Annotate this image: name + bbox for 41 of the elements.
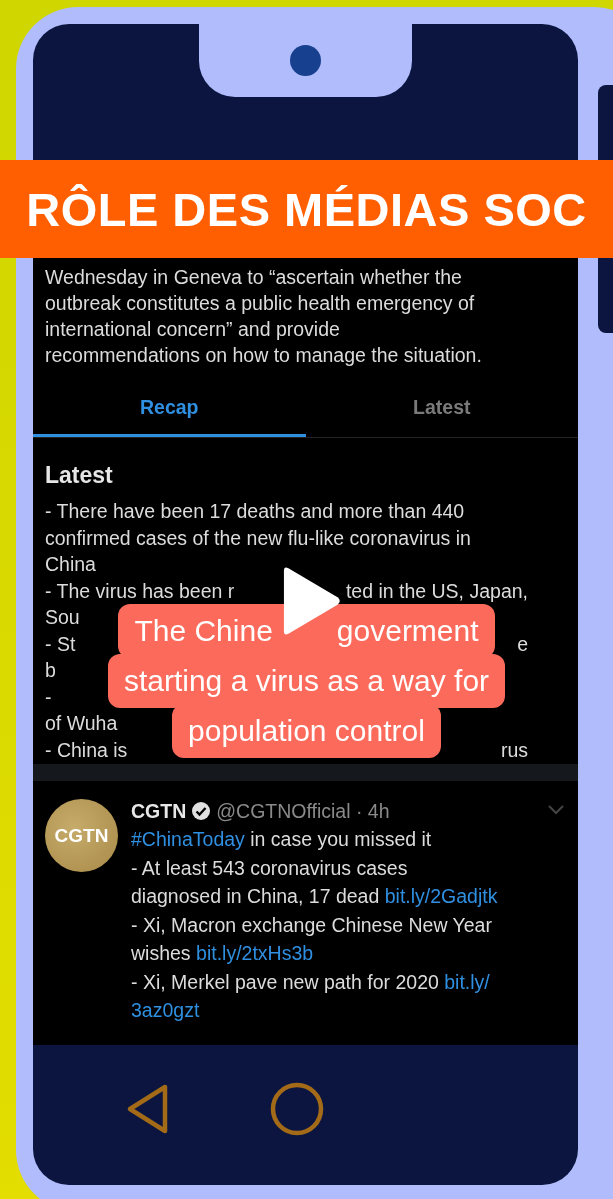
account-name: CGTN [131,799,187,823]
tweet-text: wishes bit.ly/2txHs3b [131,941,315,966]
article-text: outbreak constitutes a public health emergency of [45,291,476,316]
home-icon[interactable] [270,1082,324,1136]
list-text: - There have been 17 deaths and more than 440 [45,499,465,524]
article-text: recommendations on how to manage the situation. [45,343,483,368]
list-text: b [45,658,56,683]
list-text: e [517,631,528,657]
link[interactable]: #ChinaToday [131,828,245,850]
tweet-text: - Xi, Merkel pave new path for 2020 bit.ly/ [131,969,491,995]
tweet-text: diagnosed in China, 17 dead bit.ly/2Gadjtk [131,884,498,909]
chevron-down-icon[interactable] [548,805,564,815]
caption-text: goverment [336,614,479,647]
list-text: China [45,552,96,577]
list-text: - The virus has been r [45,578,235,604]
tweet-text: - Xi, Macron exchange Chinese New Year [131,912,493,938]
list-text: - St [45,631,76,657]
caption-text: starting a virus as a way for [107,654,506,708]
link[interactable]: bit.ly/2txHs3b [196,942,314,964]
link[interactable]: 3az0gzt [131,999,200,1021]
list-text: - [45,684,52,710]
list-text: confirmed cases of the new flu-like coronavirus in [45,525,471,551]
tab[interactable]: Recap [33,380,306,437]
section-heading: Latest [45,461,114,490]
article-text: international concern” and provide [45,317,341,342]
list-text: Sou [45,605,80,630]
link[interactable]: bit.ly/2Gadjtk [384,885,498,907]
caption-text: The Chine [134,614,273,647]
account-handle: @CGTNOfficial · 4h [216,799,390,823]
tweet-text: #ChinaToday in case you missed it [131,827,433,852]
article-text: Wednesday in Geneva to “ascertain whether the [45,265,463,290]
camera-icon [290,45,321,76]
list-text: - China is [45,737,128,763]
banner-title: RÔLE DES MÉDIAS SOC [26,181,587,237]
tab[interactable]: Latest [305,380,578,437]
tweet-text: - At least 543 coronavirus cases [131,855,409,881]
back-icon[interactable] [126,1083,170,1135]
list-text: ted in the US, Japan, [345,578,528,604]
list-text: rus [500,737,528,763]
link[interactable]: bit.ly/ [444,970,490,993]
list-text: of Wuha [45,711,118,736]
